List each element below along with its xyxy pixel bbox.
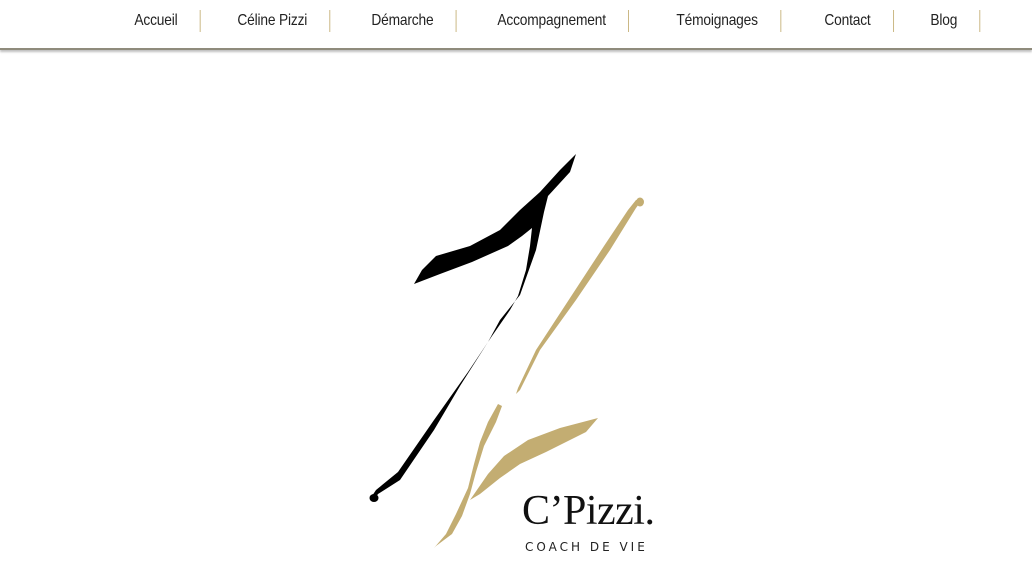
- nav-item-accueil[interactable]: Accueil: [112, 10, 215, 32]
- nav-item-demarche[interactable]: Démarche: [349, 10, 474, 32]
- nav-link-celine-pizzi[interactable]: Céline Pizzi: [215, 10, 331, 32]
- nav-item-temoignages[interactable]: Témoignages: [654, 10, 802, 32]
- brand-name: C’Pizzi.: [522, 488, 655, 534]
- brand-tagline: COACH DE VIE: [525, 540, 648, 554]
- nav-link-contact[interactable]: Contact: [802, 10, 894, 32]
- logo-gold-dot: [636, 197, 644, 207]
- page: Accueil Céline Pizzi Démarche Accompagne…: [0, 0, 1032, 587]
- nav-item-accompagnement[interactable]: Accompagnement: [475, 10, 654, 32]
- nav-link-demarche[interactable]: Démarche: [349, 10, 458, 32]
- nav-link-accueil[interactable]: Accueil: [112, 10, 201, 32]
- nav-link-temoignages[interactable]: Témoignages: [654, 10, 781, 32]
- top-navigation: Accueil Céline Pizzi Démarche Accompagne…: [0, 0, 1032, 50]
- nav-item-contact[interactable]: Contact: [802, 10, 909, 32]
- nav-item-celine-pizzi[interactable]: Céline Pizzi: [215, 10, 349, 32]
- logo: C’Pizzi. COACH DE VIE: [360, 150, 680, 560]
- logo-black-dot: [369, 494, 379, 502]
- nav-menu: Accueil Céline Pizzi Démarche Accompagne…: [112, 0, 993, 42]
- nav-item-blog[interactable]: Blog: [908, 10, 992, 32]
- nav-link-accompagnement[interactable]: Accompagnement: [475, 10, 629, 32]
- nav-link-blog[interactable]: Blog: [908, 10, 981, 32]
